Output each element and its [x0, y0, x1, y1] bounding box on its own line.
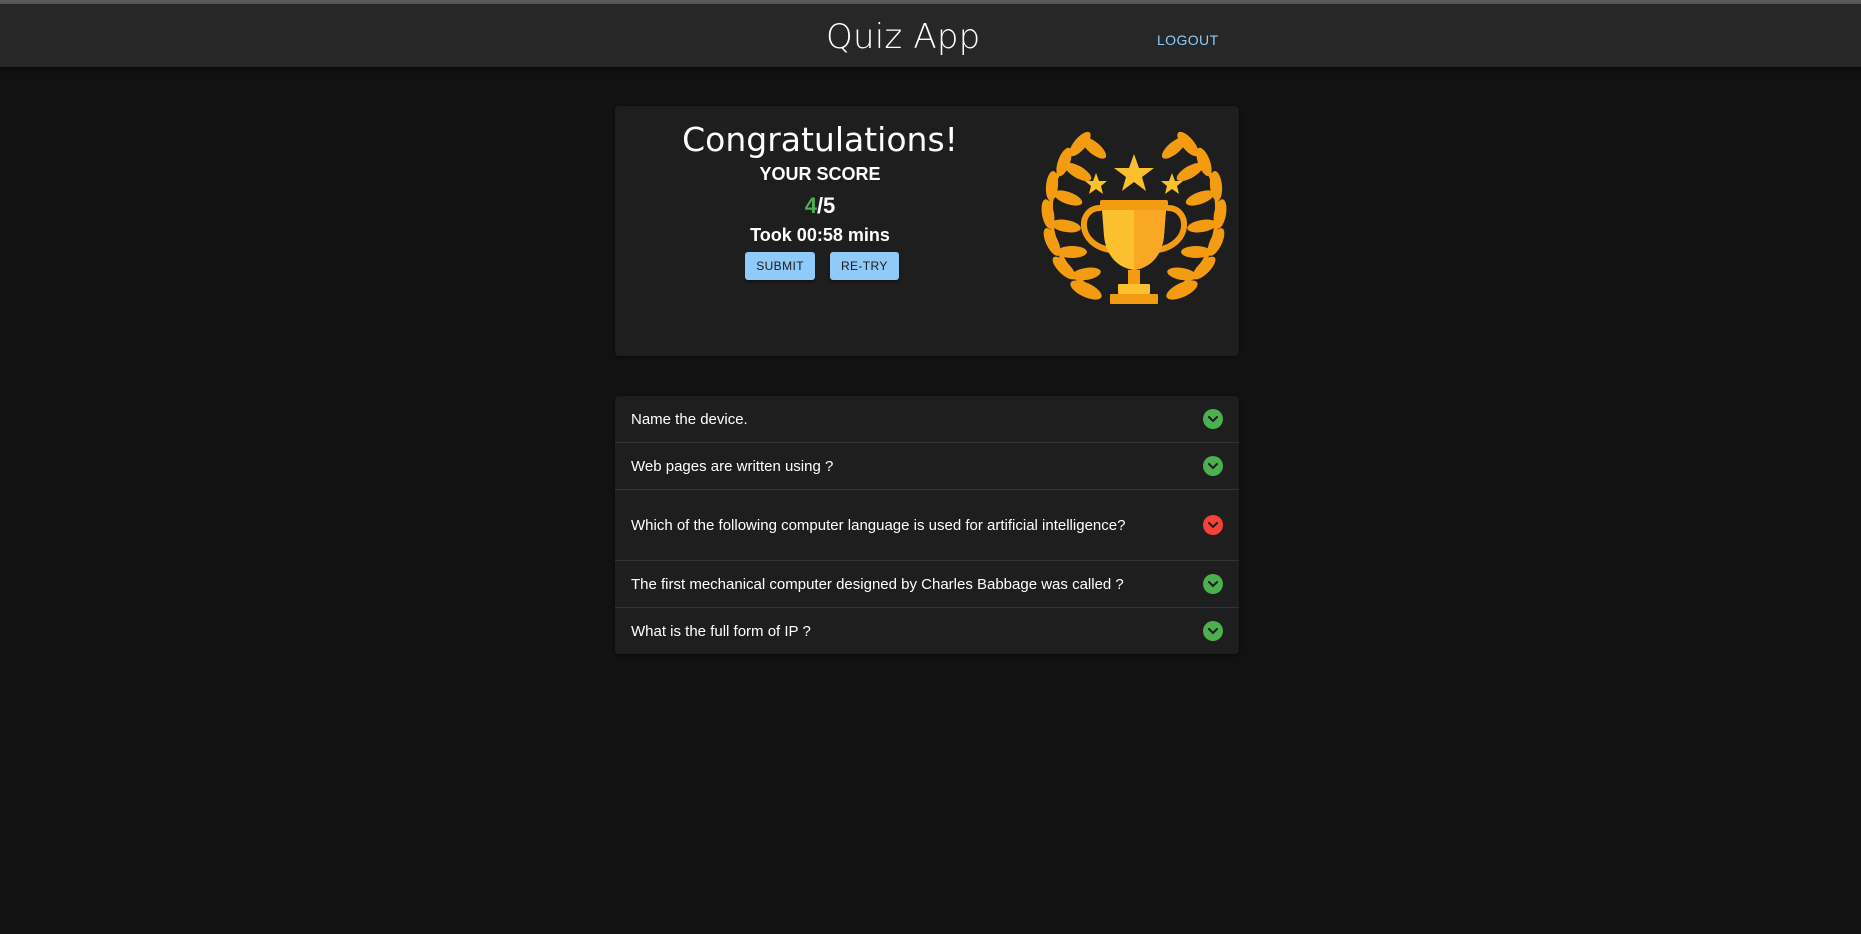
chevron-down-icon[interactable]: [1203, 409, 1223, 429]
chevron-down-icon[interactable]: [1203, 456, 1223, 476]
score-value: 4/5: [615, 192, 1025, 220]
app-title: Quiz App: [826, 17, 981, 57]
score-correct: 4: [804, 193, 817, 218]
left-laurel-icon: [1041, 131, 1107, 300]
question-text: Web pages are written using ?: [631, 457, 834, 475]
question-row[interactable]: Name the device.: [615, 396, 1239, 442]
congratulations-heading: Congratulations!: [682, 120, 958, 159]
score-total: /5: [816, 193, 836, 218]
question-text: Which of the following computer language…: [631, 516, 1126, 534]
question-text: The first mechanical computer designed b…: [631, 575, 1124, 593]
trophy-icon: [1041, 131, 1227, 304]
question-text: Name the device.: [631, 410, 748, 428]
result-actions: SUBMIT RE-TRY: [615, 252, 1025, 280]
time-taken: Took 00:58 mins: [750, 225, 890, 245]
chevron-down-icon[interactable]: [1203, 621, 1223, 641]
result-card: Congratulations! YOUR SCORE 4/5 Took 00:…: [615, 106, 1239, 356]
question-text: What is the full form of IP ?: [631, 622, 811, 640]
question-row[interactable]: The first mechanical computer designed b…: [615, 560, 1239, 607]
trophy-cup-icon: [1081, 200, 1187, 304]
app-bar: Quiz App LOGOUT: [0, 4, 1861, 67]
submit-button[interactable]: SUBMIT: [745, 252, 815, 280]
question-row[interactable]: Web pages are written using ?: [615, 442, 1239, 489]
score-label: YOUR SCORE: [759, 164, 881, 184]
question-row[interactable]: Which of the following computer language…: [615, 489, 1239, 560]
question-list: Name the device. Web pages are written u…: [615, 396, 1239, 654]
chevron-down-icon[interactable]: [1203, 574, 1223, 594]
stars-icon: [1085, 154, 1183, 194]
question-row[interactable]: What is the full form of IP ?: [615, 607, 1239, 654]
chevron-down-icon[interactable]: [1203, 515, 1223, 535]
retry-button[interactable]: RE-TRY: [829, 252, 899, 280]
right-laurel-icon: [1161, 131, 1227, 300]
result-info: Congratulations! YOUR SCORE 4/5 Took 00:…: [615, 120, 1025, 280]
logout-button[interactable]: LOGOUT: [1153, 30, 1223, 50]
